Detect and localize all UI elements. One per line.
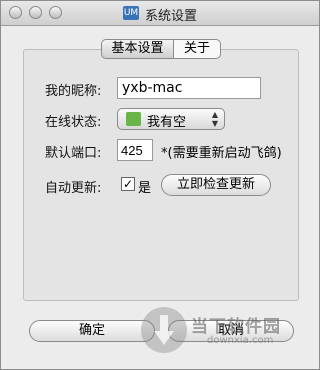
zoom-window-button[interactable] — [49, 6, 62, 19]
watermark-subtitle: downxia.com — [207, 335, 274, 346]
watermark: 当下软件园 downxia.com — [141, 307, 320, 355]
port-label: 默认端口: — [45, 146, 102, 161]
status-label: 在线状态: — [45, 115, 102, 130]
ok-button[interactable]: 确定 — [29, 320, 155, 342]
minimize-window-button[interactable] — [29, 6, 42, 19]
check-update-button[interactable]: 立即检查更新 — [161, 174, 271, 196]
app-logo-icon: UM — [123, 6, 139, 20]
tab-about[interactable]: 关于 — [173, 39, 221, 59]
status-selected-text: 我有空 — [147, 115, 187, 130]
nickname-input[interactable] — [117, 77, 261, 99]
auto-update-checkbox-label: 是 — [138, 181, 152, 196]
window-title: 系统设置 — [145, 9, 198, 24]
nickname-label: 我的昵称: — [45, 84, 102, 99]
download-arrow-icon — [141, 307, 187, 353]
port-input[interactable] — [117, 139, 153, 161]
status-select[interactable]: 我有空 ▲ ▼ — [117, 108, 225, 130]
auto-update-label: 自动更新: — [45, 181, 102, 196]
settings-window: UM 系统设置 基本设置 关于 我的昵称: 在线状态: 我有空 ▲▼ 默认端口:… — [0, 0, 320, 370]
tab-basic-settings[interactable]: 基本设置 — [101, 39, 173, 59]
title-bar: UM 系统设置 — [1, 1, 319, 26]
green-status-icon — [126, 112, 141, 126]
updown-arrows-icon: ▲ ▼ — [211, 110, 218, 128]
close-window-button[interactable] — [9, 6, 22, 19]
auto-update-checkbox[interactable]: ✓ — [121, 177, 135, 191]
port-note: *(需要重新启动飞鸽) — [161, 146, 282, 161]
watermark-title: 当下软件园 — [191, 317, 281, 337]
checkmark-icon: ✓ — [122, 177, 134, 191]
